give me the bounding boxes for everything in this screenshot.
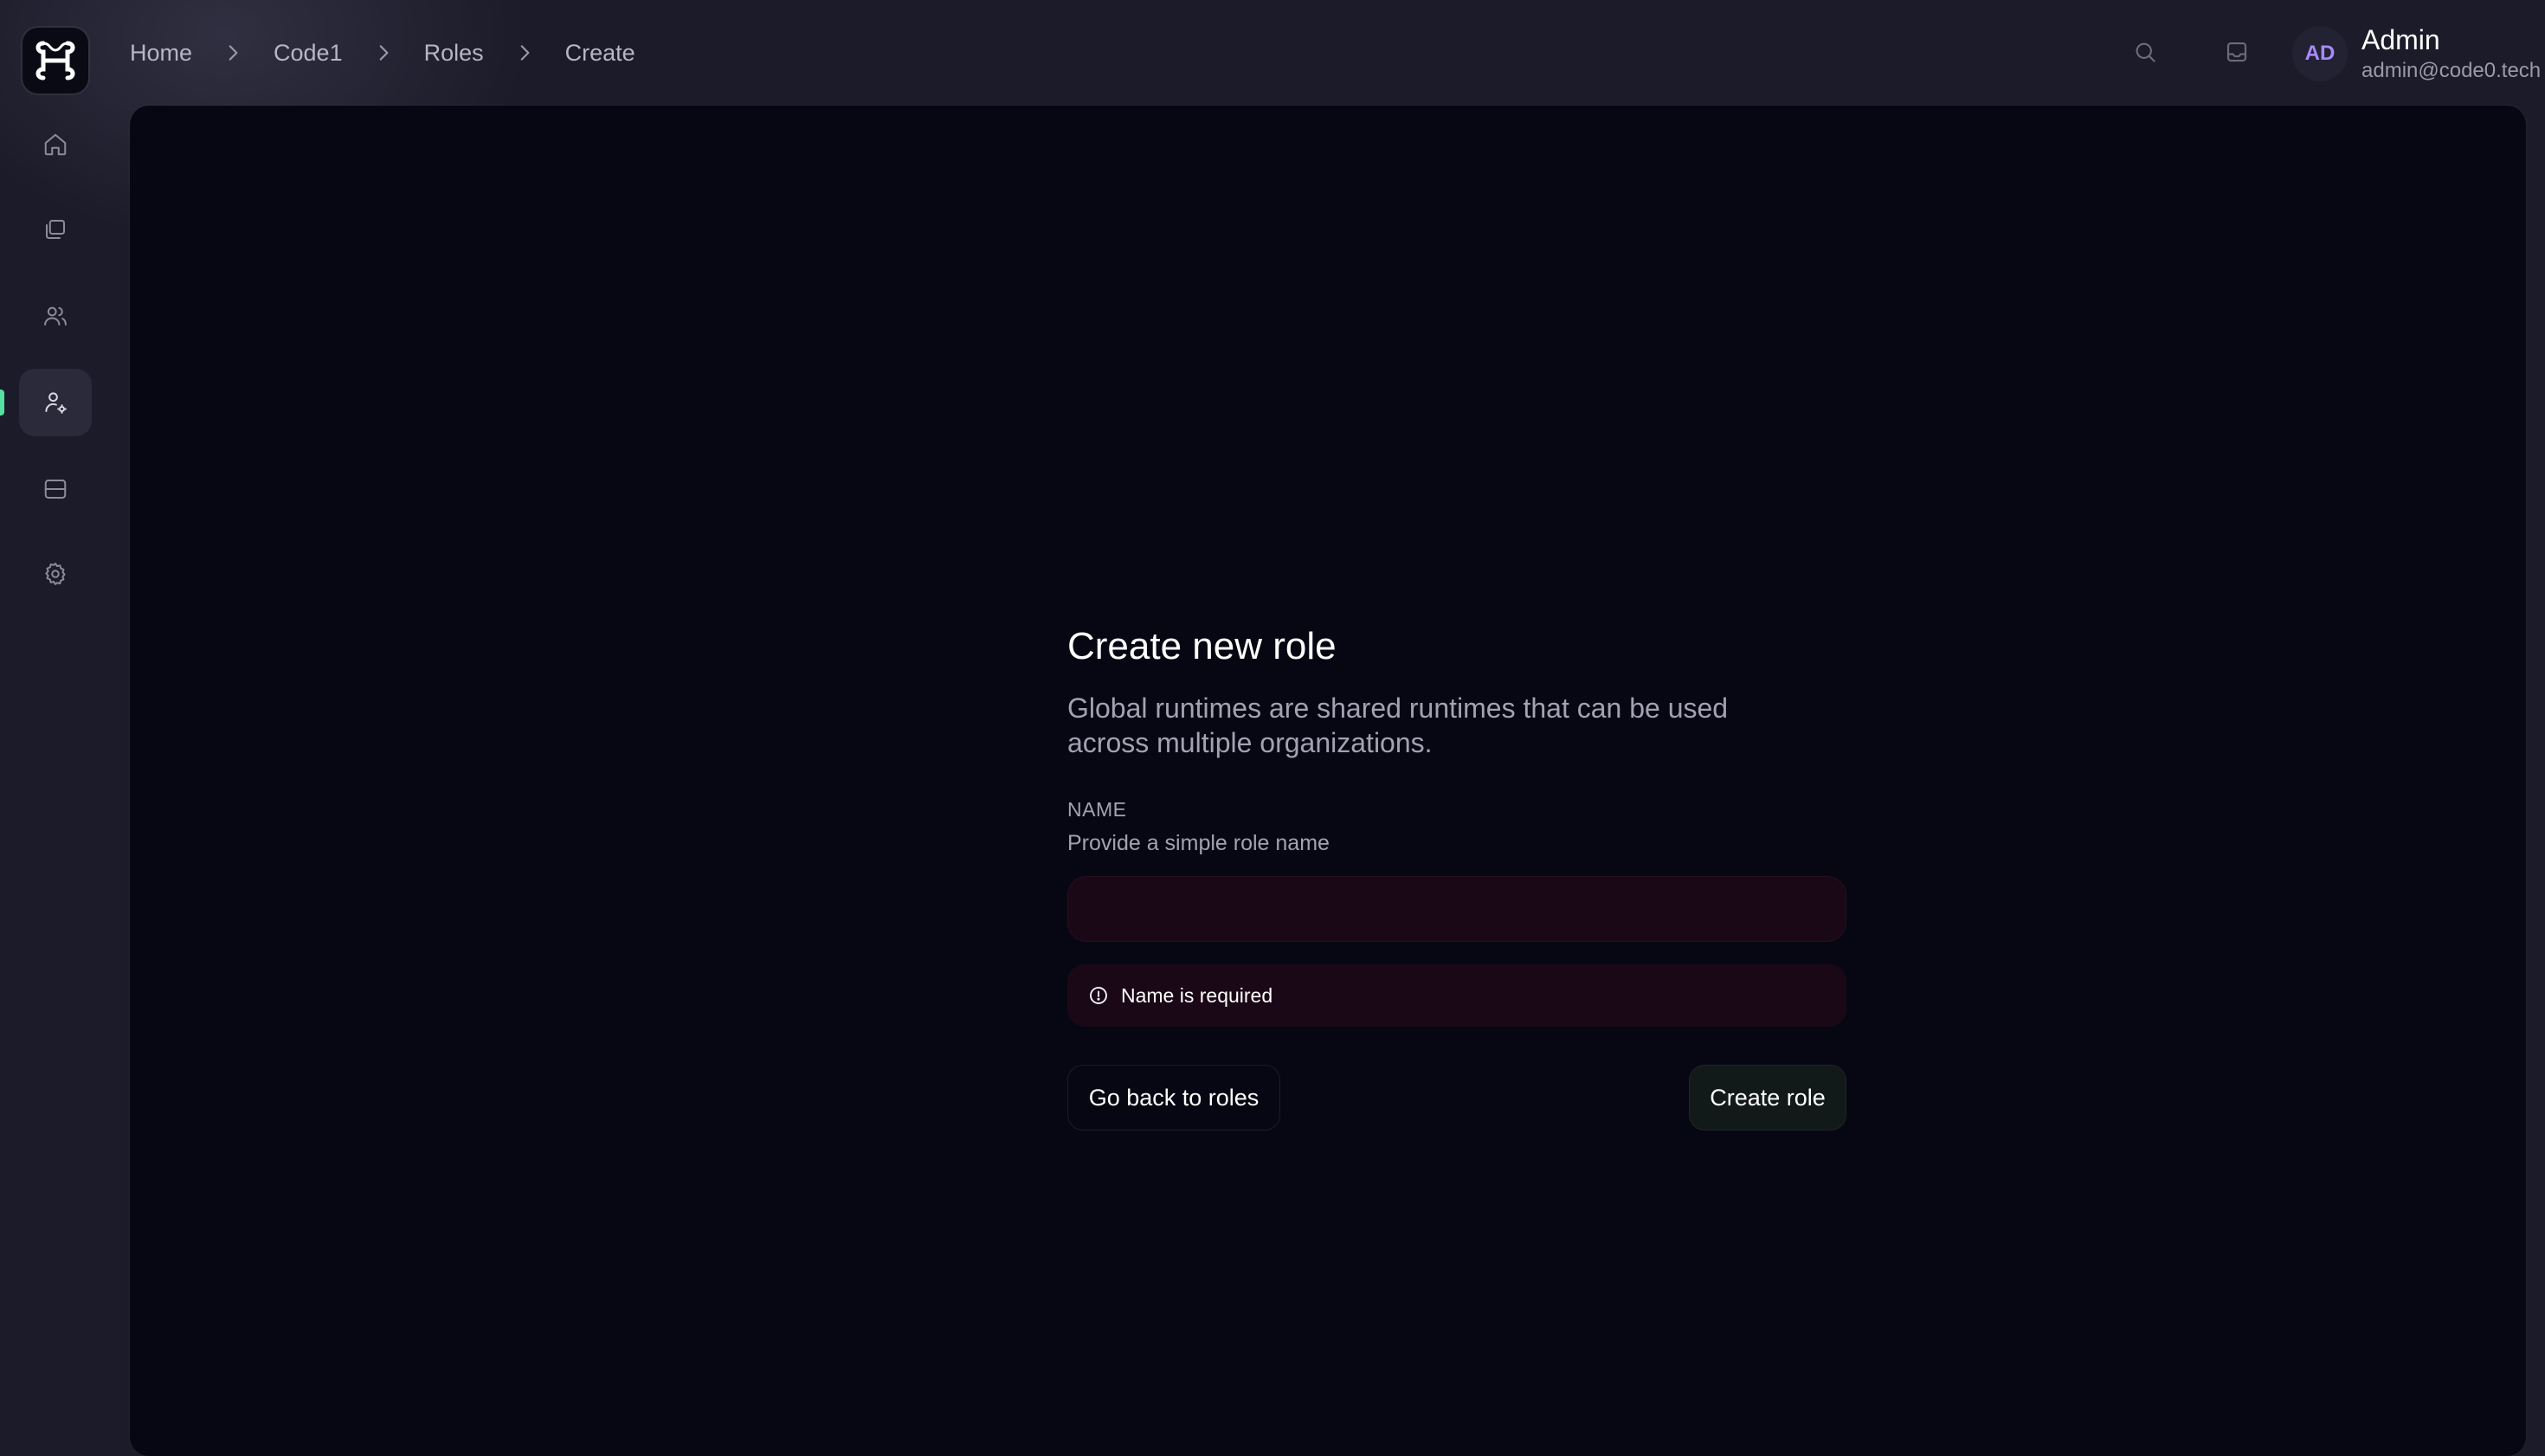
app-logo[interactable] — [23, 28, 88, 93]
main-panel: Create new role Global runtimes are shar… — [130, 106, 2526, 1456]
name-error-message: Name is required — [1067, 964, 1846, 1027]
home-icon — [44, 133, 67, 156]
name-field[interactable] — [1067, 876, 1846, 942]
sidebar-item-roles[interactable] — [19, 369, 92, 436]
avatar[interactable]: AD — [2292, 26, 2348, 81]
sidebar-item-runtimes[interactable] — [19, 455, 92, 523]
sidebar-item-projects[interactable] — [19, 196, 92, 263]
breadcrumb-current: Create — [564, 39, 635, 66]
breadcrumb-organization[interactable]: Code1 — [274, 40, 343, 67]
alert-circle-icon — [1090, 987, 1107, 1004]
name-field-hint: Provide a simple role name — [1067, 831, 1330, 855]
inbox-icon — [2226, 42, 2247, 62]
chevron-right-icon — [520, 45, 530, 61]
sidebar-item-home[interactable] — [19, 111, 92, 178]
breadcrumb-roles[interactable]: Roles — [424, 40, 484, 67]
code0-logo-icon — [35, 41, 75, 81]
chevron-right-icon — [229, 45, 238, 61]
go-back-button[interactable]: Go back to roles — [1067, 1065, 1280, 1131]
folders-icon — [46, 220, 65, 239]
users-icon — [44, 306, 67, 325]
page-description: Global runtimes are shared runtimes that… — [1067, 693, 1729, 758]
breadcrumb-home[interactable]: Home — [130, 40, 192, 67]
search-icon — [2136, 42, 2155, 62]
chevron-right-icon — [379, 45, 389, 61]
page-title: Create new role — [1067, 625, 1337, 667]
server-icon — [44, 480, 67, 499]
sidebar-item-members[interactable] — [19, 282, 92, 350]
breadcrumb: Home Code1 Roles Create — [130, 31, 635, 74]
name-field-label: NAME — [1067, 798, 1127, 821]
error-text: Name is required — [1121, 983, 1273, 1007]
search-button[interactable] — [2121, 28, 2169, 76]
gear-icon — [45, 563, 66, 585]
user-email: admin@code0.tech — [2361, 59, 2542, 82]
sidebar-item-settings[interactable] — [19, 540, 92, 608]
active-indicator — [0, 390, 4, 416]
inbox-button[interactable] — [2213, 28, 2261, 76]
user-cog-icon — [45, 392, 67, 414]
create-role-button[interactable]: Create role — [1689, 1065, 1846, 1131]
user-name: Admin — [2361, 24, 2440, 55]
